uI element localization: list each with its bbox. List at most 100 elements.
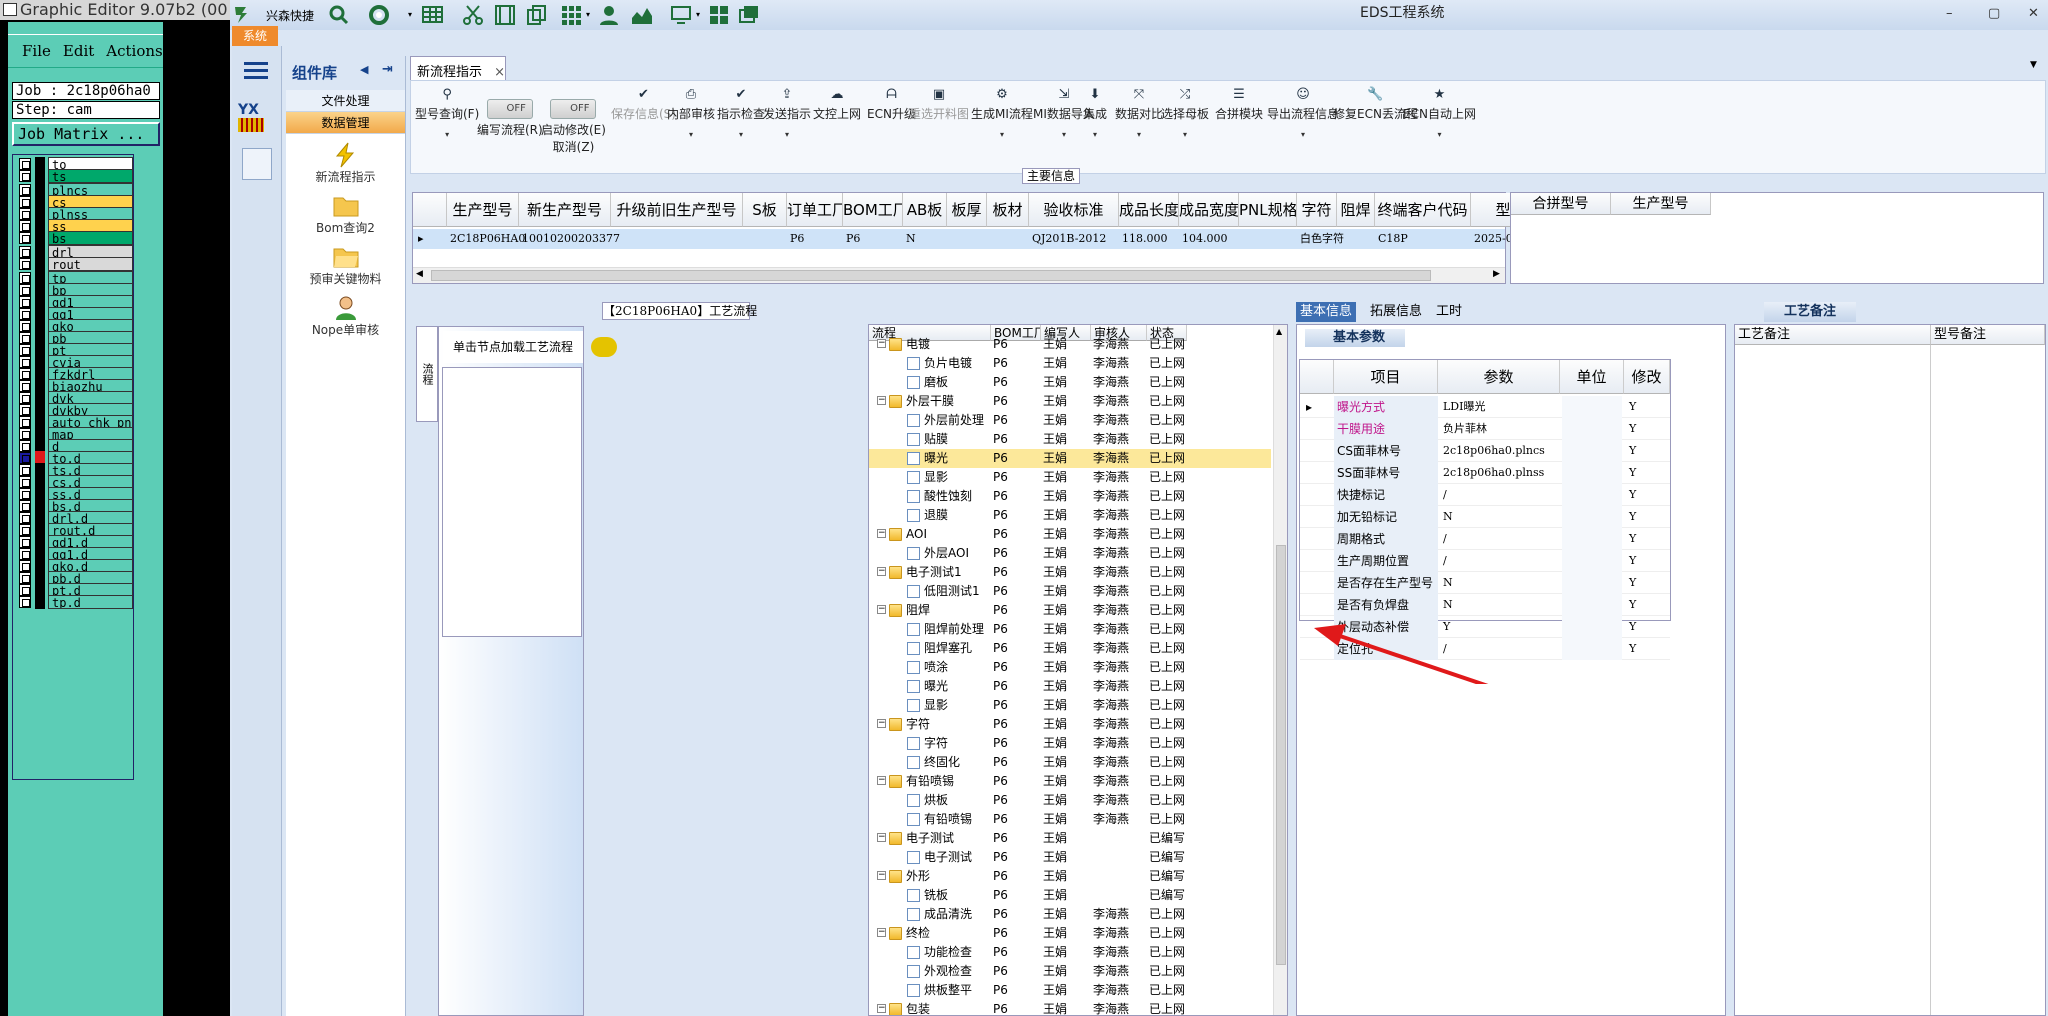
tree-row[interactable]: − 外形 P6 王娟 已编写 — [869, 867, 1271, 886]
hamburger-menu-icon[interactable] — [244, 60, 268, 80]
layer-checkbox[interactable] — [19, 170, 31, 182]
layer-name[interactable]: rout — [48, 257, 133, 271]
column-header[interactable]: 板厚 — [947, 193, 987, 227]
toolbar-button[interactable]: ⇪ 发送指示 ▾ — [763, 87, 811, 139]
tree-row[interactable]: 显影 P6 王娟 李海燕 已上网 — [869, 696, 1271, 715]
param-unit[interactable] — [1562, 528, 1622, 550]
grid-cell[interactable] — [987, 229, 1029, 249]
film-icon[interactable] — [494, 4, 516, 26]
toolbar-button[interactable]: ⚙ 生成MI流程 ▾ — [971, 87, 1033, 139]
toolbar-button[interactable]: ⬇ 集成 ▾ — [1083, 87, 1107, 139]
tab-file-processing[interactable]: 文件处理 — [286, 90, 405, 112]
column-header[interactable]: 板材 — [987, 193, 1029, 227]
collapse-icon[interactable]: − — [877, 396, 886, 405]
maximize-button[interactable]: ▢ — [1988, 6, 2000, 21]
toolbar-button[interactable]: OFF 启动修改(E) 取消(Z) — [541, 99, 606, 155]
param-unit[interactable] — [1562, 506, 1622, 528]
tree-row[interactable]: 功能检查 P6 王娟 李海燕 已上网 — [869, 943, 1271, 962]
horizontal-scrollbar[interactable]: ◀ ▶ — [413, 267, 1505, 283]
tree-row[interactable]: − 电子测试1 P6 王娟 李海燕 已上网 — [869, 563, 1271, 582]
layer-name[interactable]: ts — [48, 169, 133, 183]
stack-icon[interactable] — [738, 4, 760, 26]
speech-bubble-icon[interactable] — [591, 337, 617, 357]
scroll-right-icon[interactable]: ▶ — [1493, 269, 1500, 279]
param-modify[interactable]: Y — [1626, 484, 1666, 506]
collapse-icon[interactable]: − — [877, 928, 886, 937]
toolbar-button[interactable]: ⚲ 型号查询(F) ▾ — [415, 87, 479, 139]
collapse-icon[interactable]: − — [877, 776, 886, 785]
tree-row[interactable]: 外层AOI P6 王娟 李海燕 已上网 — [869, 544, 1271, 563]
close-button[interactable]: ✕ — [2028, 6, 2039, 21]
windows-icon[interactable] — [708, 4, 730, 26]
column-header[interactable]: AB板 — [903, 193, 947, 227]
lifebuoy-icon[interactable] — [368, 4, 390, 26]
item-new-flow[interactable]: 新流程指示 — [286, 142, 405, 185]
collapse-icon[interactable]: − — [877, 1004, 886, 1013]
tree-row[interactable]: 曝光 P6 王娟 李海燕 已上网 — [869, 677, 1271, 696]
grid-cell[interactable]: 白色字符 — [1297, 229, 1344, 249]
tree-row[interactable]: 喷涂 P6 王娟 李海燕 已上网 — [869, 658, 1271, 677]
tab-work-hours[interactable]: 工时 — [1432, 302, 1466, 322]
column-header[interactable]: 验收标准 — [1029, 193, 1119, 227]
chevron-down-icon[interactable]: ▾ — [763, 130, 811, 139]
grid-cell[interactable]: P6 — [787, 229, 843, 249]
layer-checkbox[interactable] — [19, 258, 31, 270]
collapse-icon[interactable]: − — [877, 605, 886, 614]
toolbar-sub-label[interactable]: 取消(Z) — [553, 140, 595, 154]
param-row[interactable]: 干膜用途 负片菲林 Y — [1300, 418, 1670, 440]
tree-row[interactable]: 烘板 P6 王娟 李海燕 已上网 — [869, 791, 1271, 810]
table-icon[interactable] — [422, 5, 444, 25]
param-column-header[interactable]: 参数 — [1438, 360, 1560, 394]
process-note-field[interactable] — [1735, 345, 1931, 1015]
chevron-down-icon[interactable]: ▾ — [1161, 130, 1209, 139]
grid-cell[interactable]: 2C18P06HA0 — [447, 229, 525, 249]
tree-row[interactable]: − 外层干膜 P6 王娟 李海燕 已上网 — [869, 392, 1271, 411]
system-button[interactable]: 系统 — [232, 26, 278, 46]
toolbar-button[interactable]: OFF 编写流程(R) — [477, 99, 543, 138]
tree-row[interactable]: − 电镀 P6 王娟 李海燕 已上网 — [869, 335, 1271, 354]
layer-name[interactable]: tp.d — [48, 595, 133, 609]
collapse-left-icon[interactable]: ◀ — [360, 63, 368, 76]
chevron-down-icon[interactable]: ▾ — [971, 130, 1033, 139]
tree-row[interactable]: 阻焊塞孔 P6 王娟 李海燕 已上网 — [869, 639, 1271, 658]
grid-icon[interactable] — [560, 4, 582, 26]
toolbar-button[interactable]: ☰ 合拼模块 — [1215, 87, 1263, 122]
param-unit[interactable] — [1562, 462, 1622, 484]
grid-cell[interactable]: 10010200203377 — [519, 229, 620, 249]
param-row[interactable]: 快捷标记 / Y — [1300, 484, 1670, 506]
param-value[interactable]: / — [1440, 550, 1560, 572]
param-value[interactable]: / — [1440, 528, 1560, 550]
param-column-header[interactable]: 单位 — [1560, 360, 1624, 394]
param-value[interactable]: N — [1440, 594, 1560, 616]
column-header[interactable]: BOM工厂 — [843, 193, 903, 227]
flow-vertical-tab[interactable]: 流程 — [416, 326, 438, 422]
grid-cell[interactable]: 104.000 — [1179, 229, 1239, 249]
chevron-down-icon[interactable]: ▾ — [667, 130, 715, 139]
job-matrix-button[interactable]: Job Matrix ... — [12, 122, 160, 146]
layer-checkbox[interactable] — [19, 232, 31, 244]
column-header[interactable]: 生产型号 — [447, 193, 519, 227]
yx-logo[interactable]: YX — [238, 102, 278, 138]
tree-row[interactable]: − AOI P6 王娟 李海燕 已上网 — [869, 525, 1271, 544]
note-header-process[interactable]: 工艺备注 — [1735, 325, 1931, 345]
monitor-icon[interactable] — [670, 4, 692, 26]
user-icon[interactable] — [598, 4, 620, 26]
chevron-down-icon[interactable]: ▾ — [1267, 130, 1339, 139]
grid-cell[interactable]: P6 — [843, 229, 903, 249]
toolbar-button[interactable]: ✔ 指示检查 ▾ — [717, 87, 765, 139]
grid-cell[interactable] — [743, 229, 787, 249]
toolbar-button[interactable]: ▣ 重选开料图 — [909, 87, 969, 122]
menu-options[interactable]: Options — [171, 40, 230, 62]
collapse-icon[interactable]: − — [877, 567, 886, 576]
toolbar-button[interactable]: ☺ 导出流程信息 ▾ — [1267, 87, 1339, 139]
toolbar-button[interactable]: ★ ECN自动上网 ▾ — [1403, 87, 1476, 139]
chevron-down-icon[interactable]: ▼ — [2030, 60, 2037, 70]
param-unit[interactable] — [1562, 572, 1622, 594]
param-row[interactable]: 生产周期位置 / Y — [1300, 550, 1670, 572]
toolbar-button[interactable]: ☁ 文控上网 — [813, 87, 861, 122]
close-tab-icon[interactable]: × — [494, 65, 505, 80]
tree-row[interactable]: − 有铅喷锡 P6 王娟 李海燕 已上网 — [869, 772, 1271, 791]
column-header[interactable]: 新生产型号 — [519, 193, 611, 227]
param-modify[interactable]: Y — [1626, 572, 1666, 594]
column-header[interactable]: 成品长度 — [1119, 193, 1179, 227]
